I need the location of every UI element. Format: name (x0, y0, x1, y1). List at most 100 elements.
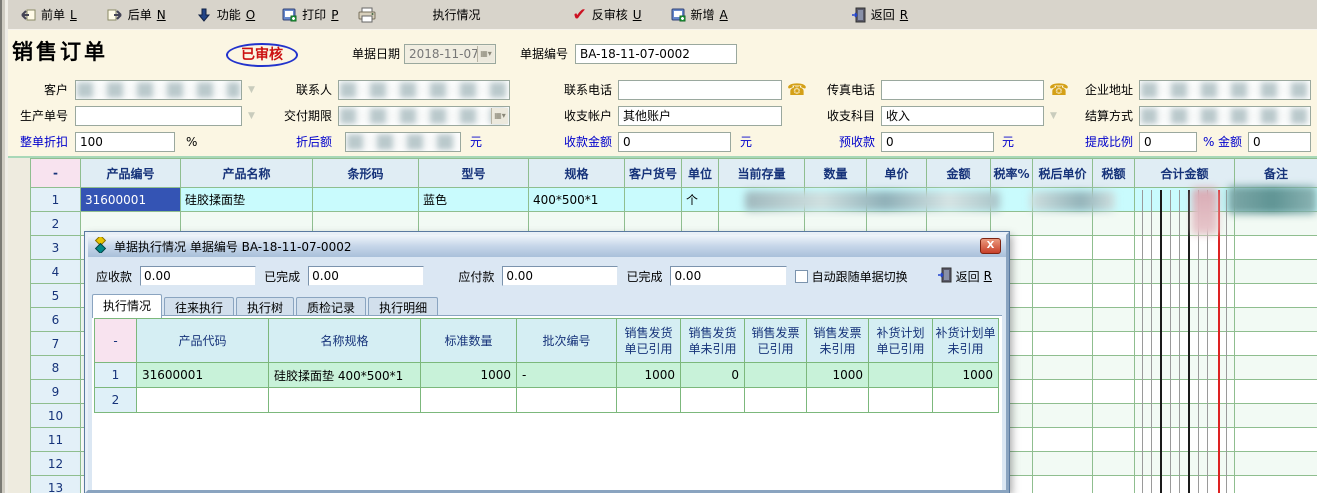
payable-done-input[interactable]: 0.00 (670, 266, 786, 286)
grid-cell[interactable] (1235, 356, 1317, 380)
address-input[interactable] (1139, 80, 1311, 100)
grid-cell[interactable] (1093, 308, 1135, 332)
column-header[interactable]: 产品代码 (137, 319, 269, 363)
account-input[interactable]: 其他账户 (618, 106, 782, 126)
grid-cell[interactable] (269, 388, 421, 413)
std-qty-cell[interactable]: 1000 (421, 363, 517, 388)
row-number[interactable]: 1 (95, 363, 137, 388)
production-order-input[interactable] (75, 106, 242, 126)
discount-input[interactable]: 100 (75, 132, 175, 152)
column-header[interactable]: 数量 (805, 159, 867, 188)
grid-cell[interactable] (1135, 428, 1235, 452)
row-number[interactable]: 1 (31, 188, 81, 212)
grid-cell[interactable] (1033, 308, 1093, 332)
commission-input[interactable]: 0 (1139, 132, 1197, 152)
column-header[interactable]: 当前存量 (719, 159, 805, 188)
invoice-used-cell[interactable] (745, 363, 807, 388)
dropdown-arrow-icon[interactable]: ▼ (1050, 106, 1057, 126)
grid-cell[interactable] (1235, 236, 1317, 260)
row-number[interactable]: 6 (31, 308, 81, 332)
grid-cell[interactable] (991, 188, 1033, 212)
unit-cell[interactable]: 个 (682, 188, 719, 212)
doc-date-input[interactable]: 2018-11-07 ▦▾ (404, 44, 496, 64)
grid-cell[interactable] (1033, 212, 1093, 236)
grid-cell[interactable] (1135, 260, 1235, 284)
column-header[interactable]: 产品名称 (181, 159, 313, 188)
grid-cell[interactable] (1235, 212, 1317, 236)
grid-cell[interactable] (1135, 404, 1235, 428)
grid-cell[interactable] (1093, 380, 1135, 404)
grid-cell[interactable] (1135, 308, 1235, 332)
column-header[interactable]: - (95, 319, 137, 363)
name-spec-cell[interactable]: 硅胶揉面垫 400*500*1 (269, 363, 421, 388)
auto-follow-checkbox[interactable] (795, 270, 808, 283)
barcode-cell[interactable] (313, 188, 419, 212)
fax-input[interactable] (881, 80, 1044, 100)
row-number[interactable]: 9 (31, 380, 81, 404)
grid-cell[interactable] (1093, 428, 1135, 452)
function-button[interactable]: 功能O (190, 3, 261, 27)
shipped-unused-cell[interactable]: 0 (681, 363, 745, 388)
advance-input[interactable]: 0 (881, 132, 994, 152)
doc-number-input[interactable]: BA-18-11-07-0002 (575, 44, 737, 64)
grid-cell[interactable] (1235, 188, 1317, 212)
grid-cell[interactable] (1093, 404, 1135, 428)
column-header[interactable]: 销售发票未引用 (807, 319, 869, 363)
grid-cell[interactable] (1093, 332, 1135, 356)
column-header[interactable]: 名称规格 (269, 319, 421, 363)
grid-cell[interactable] (1235, 260, 1317, 284)
grid-cell[interactable] (617, 388, 681, 413)
grid-cell[interactable] (1135, 380, 1235, 404)
grid-cell[interactable] (1033, 404, 1093, 428)
tab-qc-records[interactable]: 质检记录 (296, 297, 366, 317)
column-header[interactable]: 单价 (867, 159, 927, 188)
grid-cell[interactable] (1033, 332, 1093, 356)
column-header[interactable]: 销售发货单未引用 (681, 319, 745, 363)
grid-cell[interactable] (927, 188, 991, 212)
replenish-unused-cell[interactable]: 1000 (933, 363, 999, 388)
grid-cell[interactable] (1235, 476, 1317, 493)
commission-amount-input[interactable]: 0 (1248, 132, 1311, 152)
product-name-cell[interactable]: 硅胶揉面垫 (181, 188, 313, 212)
row-number[interactable]: 8 (31, 356, 81, 380)
grid-cell[interactable] (719, 188, 805, 212)
grid-cell[interactable] (1093, 212, 1135, 236)
grid-cell[interactable] (1093, 188, 1135, 212)
grid-cell[interactable] (1135, 476, 1235, 493)
unapprove-button[interactable]: ✔ 反审核U (566, 3, 647, 27)
column-header[interactable]: 标准数量 (421, 319, 517, 363)
discounted-amount-input[interactable] (345, 132, 461, 152)
grid-cell[interactable] (137, 388, 269, 413)
row-number[interactable]: 3 (31, 236, 81, 260)
delivery-date-input[interactable]: ▦▾ (338, 106, 510, 126)
row-number[interactable]: 7 (31, 332, 81, 356)
receivable-input[interactable]: 0.00 (140, 266, 256, 286)
grid-cell[interactable] (1235, 404, 1317, 428)
payable-input[interactable]: 0.00 (502, 266, 618, 286)
grid-cell[interactable] (1033, 476, 1093, 493)
row-number[interactable]: 5 (31, 284, 81, 308)
grid-cell[interactable] (1033, 380, 1093, 404)
replenish-used-cell[interactable] (869, 363, 933, 388)
tab-execution-detail[interactable]: 执行明细 (368, 297, 438, 317)
row-number[interactable]: 11 (31, 428, 81, 452)
customer-item-no-cell[interactable] (625, 188, 682, 212)
row-number[interactable]: 10 (31, 404, 81, 428)
subject-input[interactable]: 收入 (881, 106, 1044, 126)
column-header[interactable]: 销售发货单已引用 (617, 319, 681, 363)
dropdown-arrow-icon[interactable]: ▼ (248, 80, 255, 100)
dialog-return-button[interactable]: 返回R (938, 267, 992, 286)
grid-cell[interactable] (1135, 236, 1235, 260)
row-number[interactable]: 4 (31, 260, 81, 284)
tab-execution-tree[interactable]: 执行树 (236, 297, 294, 317)
grid-cell[interactable] (745, 388, 807, 413)
contact-input[interactable] (338, 80, 510, 100)
grid-cell[interactable] (1235, 308, 1317, 332)
grid-cell[interactable] (1033, 428, 1093, 452)
grid-cell[interactable] (1235, 452, 1317, 476)
column-header[interactable]: 补货计划单未引用 (933, 319, 999, 363)
column-header[interactable]: 客户货号 (625, 159, 682, 188)
row-number[interactable]: 2 (31, 212, 81, 236)
grid-cell[interactable] (1235, 380, 1317, 404)
settlement-input[interactable] (1139, 106, 1311, 126)
